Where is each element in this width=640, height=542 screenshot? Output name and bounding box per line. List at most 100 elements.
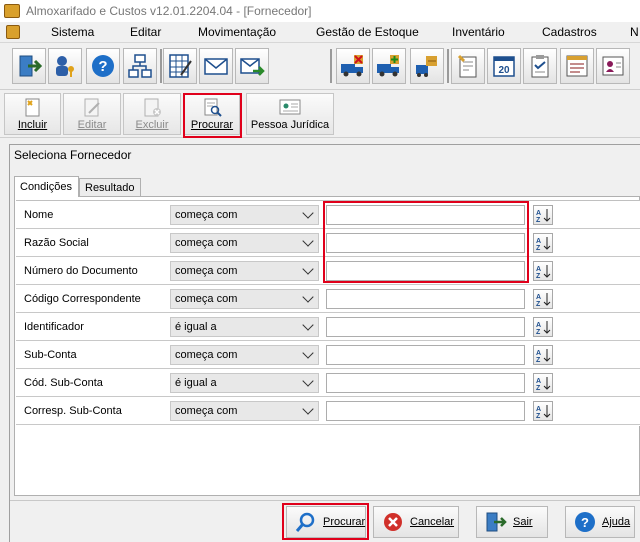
tab-result-label: Resultado <box>85 182 135 194</box>
transfer-icon[interactable] <box>410 48 444 84</box>
toolbar-separator <box>330 49 332 83</box>
sort-az-icon[interactable]: AZ <box>533 345 553 365</box>
help-icon[interactable]: ? <box>86 48 120 84</box>
codigo-correspondente-input[interactable] <box>326 289 525 309</box>
calendar-20-icon[interactable]: 20 <box>487 48 521 84</box>
delete-document-icon <box>141 97 163 117</box>
menu-gestao-estoque[interactable]: Gestão de Estoque <box>316 25 419 39</box>
operator-select[interactable]: é igual a <box>170 373 319 393</box>
operator-select[interactable]: é igual a <box>170 317 319 337</box>
svg-text:A: A <box>536 294 541 301</box>
excluir-button[interactable]: Excluir <box>123 93 181 135</box>
svg-text:?: ? <box>581 515 589 530</box>
clipboard-check-icon[interactable] <box>523 48 557 84</box>
chevron-down-icon <box>302 291 314 303</box>
cancelar-button[interactable]: Cancelar <box>373 506 459 538</box>
procurar-button[interactable]: Procurar <box>286 506 366 538</box>
tab-result[interactable]: Resultado <box>79 178 141 197</box>
ajuda-button[interactable]: ? Ajuda <box>565 506 635 538</box>
menu-movimentacao[interactable]: Movimentação <box>198 25 276 39</box>
svg-text:A: A <box>536 378 541 385</box>
sub-conta-input[interactable] <box>326 345 525 365</box>
sort-az-icon[interactable]: AZ <box>533 289 553 309</box>
svg-text:A: A <box>536 322 541 329</box>
procurar-toolbar-button[interactable]: Procurar <box>184 93 240 135</box>
operator-select[interactable]: começa com <box>170 289 319 309</box>
menu-sistema[interactable]: Sistema <box>51 25 94 39</box>
field-label: Cód. Sub-Conta <box>24 377 103 389</box>
list-form-icon[interactable] <box>560 48 594 84</box>
operator-select[interactable]: começa com <box>170 233 319 253</box>
exit-door-icon[interactable] <box>12 48 46 84</box>
company-card-icon <box>279 97 301 117</box>
truck-remove-icon[interactable] <box>336 48 370 84</box>
editar-button[interactable]: Editar <box>63 93 121 135</box>
condition-row: Sub-Conta começa com AZ <box>16 341 640 369</box>
procurar-label: Procurar <box>323 516 366 528</box>
svg-text:Z: Z <box>536 245 541 251</box>
window-title: Almoxarifado e Custos v12.01.2204.04 - [… <box>26 4 312 18</box>
chevron-down-icon <box>302 375 314 387</box>
svg-text:20: 20 <box>498 65 510 76</box>
calculator-grid-icon[interactable] <box>163 48 197 84</box>
cod-sub-conta-input[interactable] <box>326 373 525 393</box>
sair-button[interactable]: Sair <box>476 506 548 538</box>
search-document-icon <box>201 97 223 117</box>
identificador-input[interactable] <box>326 317 525 337</box>
incluir-label: Incluir <box>17 119 48 131</box>
app-icon <box>4 4 20 18</box>
svg-text:A: A <box>536 406 541 413</box>
mail-send-icon[interactable] <box>235 48 269 84</box>
field-label: Corresp. Sub-Conta <box>24 405 122 417</box>
svg-text:Z: Z <box>536 357 541 363</box>
menu-inventario[interactable]: Inventário <box>452 25 505 39</box>
incluir-button[interactable]: Incluir <box>4 93 61 135</box>
operator-select[interactable]: começa com <box>170 401 319 421</box>
pessoa-juridica-button[interactable]: Pessoa Jurídica <box>246 93 334 135</box>
cancelar-label: Cancelar <box>410 516 455 528</box>
operator-value: é igual a <box>175 321 217 333</box>
truck-add-icon[interactable] <box>372 48 406 84</box>
svg-text:Z: Z <box>536 385 541 391</box>
operator-select[interactable]: começa com <box>170 205 319 225</box>
tab-conditions[interactable]: Condições <box>14 176 79 197</box>
cancel-icon <box>382 511 404 533</box>
menu-editar[interactable]: Editar <box>130 25 161 39</box>
sort-az-icon[interactable]: AZ <box>533 261 553 281</box>
app-menu-icon[interactable] <box>6 25 20 39</box>
excluir-label: Excluir <box>135 119 169 131</box>
form-title: Seleciona Fornecedor <box>14 148 132 162</box>
org-chart-icon[interactable] <box>123 48 157 84</box>
field-label: Código Correspondente <box>24 293 141 305</box>
menu-overflow[interactable]: N <box>630 25 639 39</box>
corresp-sub-conta-input[interactable] <box>326 401 525 421</box>
users-key-icon[interactable] <box>48 48 82 84</box>
toolbar-separator <box>160 49 162 83</box>
chevron-down-icon <box>302 403 314 415</box>
sort-az-icon[interactable]: AZ <box>533 401 553 421</box>
help-icon: ? <box>574 511 596 533</box>
conditions-grid: Nome começa com AZ Razão Social começa c… <box>16 200 640 426</box>
sort-az-icon[interactable]: AZ <box>533 233 553 253</box>
svg-text:Z: Z <box>536 301 541 307</box>
nome-input[interactable] <box>326 205 525 225</box>
sort-az-icon[interactable]: AZ <box>533 205 553 225</box>
field-label: Sub-Conta <box>24 349 77 361</box>
mail-icon[interactable] <box>199 48 233 84</box>
certificate-icon[interactable] <box>451 48 485 84</box>
razao-social-input[interactable] <box>326 233 525 253</box>
exit-icon <box>485 511 507 533</box>
contact-card-icon[interactable] <box>596 48 630 84</box>
svg-text:A: A <box>536 210 541 217</box>
sort-az-icon[interactable]: AZ <box>533 373 553 393</box>
menu-cadastros[interactable]: Cadastros <box>542 25 597 39</box>
operator-value: é igual a <box>175 377 217 389</box>
numero-documento-input[interactable] <box>326 261 525 281</box>
operator-select[interactable]: começa com <box>170 261 319 281</box>
svg-text:A: A <box>536 266 541 273</box>
sort-az-icon[interactable]: AZ <box>533 317 553 337</box>
tab-conditions-label: Condições <box>20 181 72 193</box>
operator-select[interactable]: começa com <box>170 345 319 365</box>
svg-text:A: A <box>536 238 541 245</box>
svg-text:Z: Z <box>536 273 541 279</box>
